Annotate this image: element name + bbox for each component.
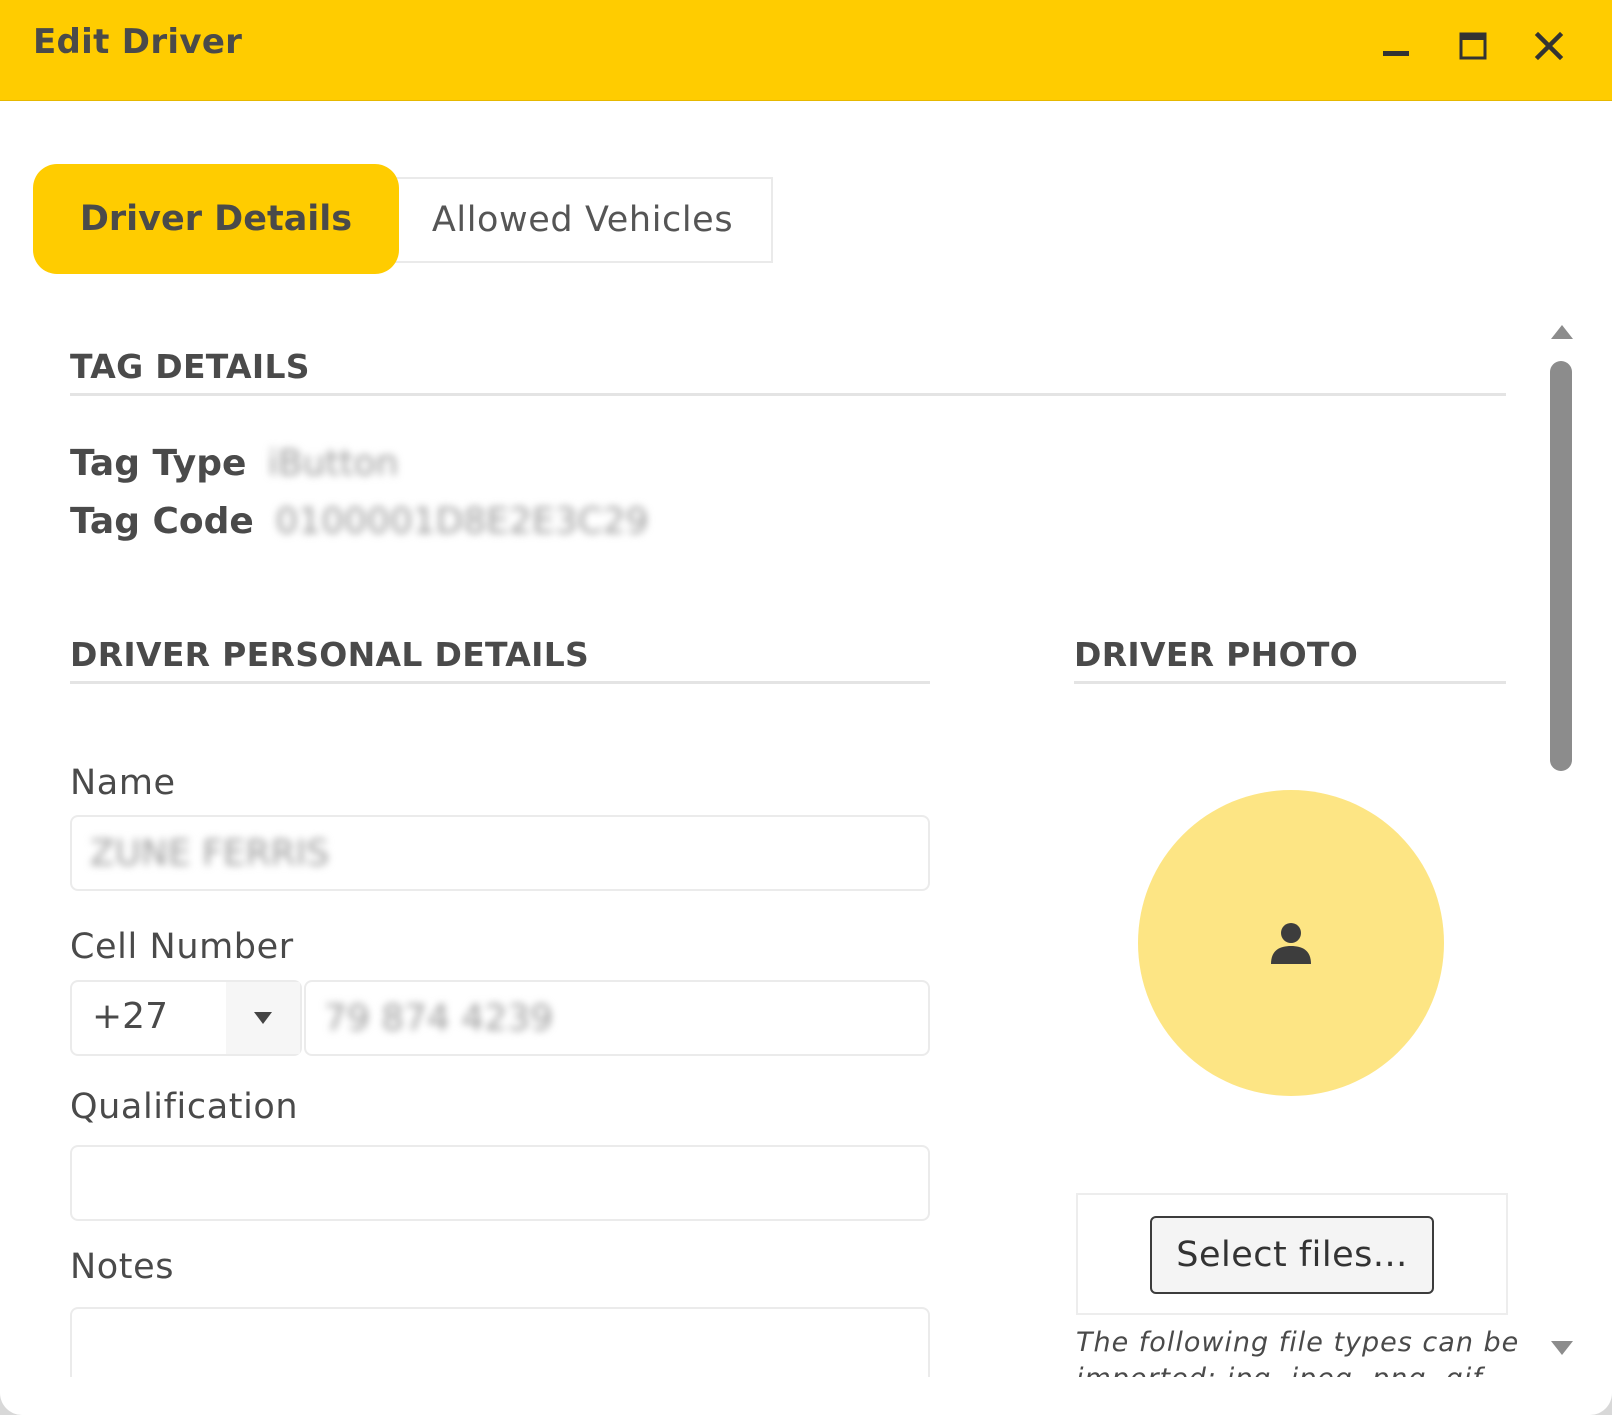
file-types-hint: The following file types can be <box>1076 1327 1520 1358</box>
tag-details-heading: TAG DETAILS <box>70 347 310 386</box>
cell-number-input[interactable]: 79 874 4239 <box>304 980 930 1056</box>
cell-number-value: 79 874 4239 <box>324 997 554 1039</box>
window-title: Edit Driver <box>33 22 243 62</box>
scroll-up-arrow-icon <box>1551 325 1573 339</box>
minimize-icon <box>1383 51 1409 56</box>
tag-type-value: iButton <box>267 443 399 484</box>
scroll-down-arrow-icon <box>1551 1341 1573 1355</box>
vertical-scrollbar[interactable] <box>1544 305 1580 1377</box>
select-files-button[interactable]: Select files... <box>1150 1216 1434 1294</box>
driver-photo-placeholder <box>1138 790 1444 1096</box>
name-input[interactable]: ZUNE FERRIS <box>70 815 930 891</box>
scroll-thumb[interactable] <box>1550 361 1572 771</box>
tag-code-row: Tag Code 0100001D8E2E3C29 <box>70 501 649 542</box>
tag-code-label: Tag Code <box>70 501 254 542</box>
country-code-select[interactable]: +27 <box>70 980 302 1056</box>
cell-number-label: Cell Number <box>70 927 294 967</box>
notes-label: Notes <box>70 1247 175 1287</box>
file-types-hint-continued: imported: jpg, jpeg, png, gif <box>1076 1363 1483 1377</box>
personal-details-divider <box>70 681 930 684</box>
tag-type-row: Tag Type iButton <box>70 443 399 484</box>
maximize-button[interactable] <box>1451 24 1495 68</box>
minimize-button[interactable] <box>1374 24 1418 68</box>
driver-details-panel: TAG DETAILS Tag Type iButton Tag Code 01… <box>0 305 1536 1377</box>
name-input-value: ZUNE FERRIS <box>90 832 330 874</box>
driver-photo-divider <box>1074 681 1506 684</box>
edit-driver-window: Edit Driver Driver Details Allowed Vehic… <box>0 0 1612 1415</box>
personal-details-heading: DRIVER PERSONAL DETAILS <box>70 635 590 674</box>
scroll-up-button[interactable] <box>1544 317 1580 347</box>
scroll-down-button[interactable] <box>1544 1333 1580 1363</box>
qualification-input[interactable] <box>70 1145 930 1221</box>
name-label: Name <box>70 763 176 803</box>
notes-textarea[interactable] <box>70 1307 930 1377</box>
driver-photo-heading: DRIVER PHOTO <box>1074 635 1359 674</box>
caret-down-icon <box>254 1012 272 1024</box>
close-button[interactable] <box>1527 24 1571 68</box>
tab-allowed-vehicles[interactable]: Allowed Vehicles <box>392 177 773 263</box>
tag-details-divider <box>70 393 1506 396</box>
tab-driver-details[interactable]: Driver Details <box>33 164 399 274</box>
tag-type-label: Tag Type <box>70 443 247 484</box>
title-bar: Edit Driver <box>0 0 1612 101</box>
country-code-value: +27 <box>92 996 168 1037</box>
dropdown-arrow[interactable] <box>226 982 300 1054</box>
user-icon <box>1271 923 1311 964</box>
tag-code-value: 0100001D8E2E3C29 <box>275 501 649 542</box>
qualification-label: Qualification <box>70 1087 299 1127</box>
close-icon <box>1534 31 1564 61</box>
maximize-icon <box>1459 32 1487 60</box>
file-upload-dropzone[interactable]: Select files... <box>1076 1193 1508 1315</box>
